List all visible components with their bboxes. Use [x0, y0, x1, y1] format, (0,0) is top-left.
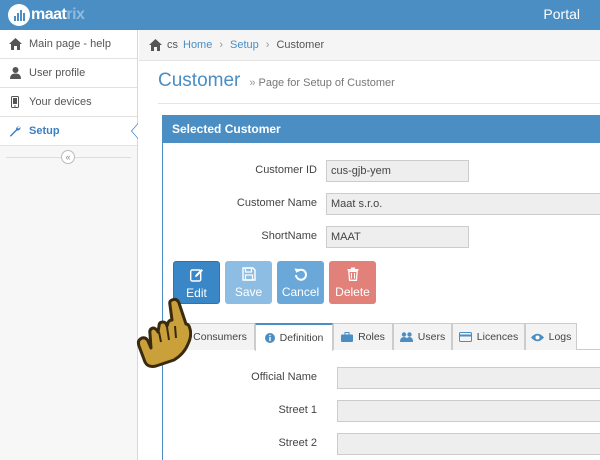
- cancel-button-label: Cancel: [281, 285, 320, 299]
- street-1-field[interactable]: [337, 400, 600, 422]
- tab-label: Licences: [476, 331, 519, 343]
- wrench-icon: [8, 125, 22, 137]
- sidebar-item-user-profile[interactable]: User profile: [0, 59, 137, 88]
- card-icon: [458, 332, 472, 342]
- logo-suffix: rix: [66, 6, 85, 23]
- page-title: Customer: [158, 70, 241, 91]
- tab-label: Consumers: [193, 331, 247, 343]
- detail-tabs: Consumers Definition Roles Users Licence…: [163, 323, 600, 351]
- field-customer-name: Customer Name: [163, 193, 600, 215]
- sidebar-item-setup[interactable]: Setup: [0, 117, 138, 146]
- save-button-label: Save: [234, 285, 263, 299]
- eye-icon: [530, 333, 544, 342]
- breadcrumb-home-link[interactable]: Home: [183, 39, 212, 51]
- home-icon: [8, 38, 22, 50]
- page-header: Customer » Page for Setup of Customer: [158, 70, 600, 104]
- action-buttons: Edit Save Cancel Delete: [173, 261, 376, 304]
- field-label: Street 1: [278, 404, 317, 416]
- sidebar-item-label: Setup: [29, 125, 60, 137]
- field-official-name: Official Name: [163, 367, 600, 389]
- users-icon: [399, 332, 413, 342]
- info-icon: [264, 333, 275, 343]
- edit-icon: [189, 269, 203, 282]
- field-label: Street 2: [278, 437, 317, 449]
- tab-label: Logs: [548, 331, 572, 343]
- breadcrumb-current: Customer: [276, 39, 325, 51]
- user-icon: [8, 67, 22, 79]
- field-label: ShortName: [261, 230, 317, 242]
- field-label: Official Name: [251, 371, 317, 383]
- breadcrumb: cs Home › Setup › Customer: [139, 30, 600, 61]
- briefcase-icon: [341, 332, 354, 342]
- cancel-button[interactable]: Cancel: [277, 261, 324, 304]
- home-icon[interactable]: [149, 39, 162, 51]
- portal-label[interactable]: Portal: [543, 6, 580, 22]
- street-2-field[interactable]: [337, 433, 600, 455]
- customer-name-field[interactable]: [326, 193, 600, 215]
- logo-prefix: maat: [31, 6, 67, 23]
- tab-users[interactable]: Users: [393, 323, 452, 350]
- tab-label: Roles: [358, 331, 385, 343]
- shortname-field[interactable]: [326, 226, 469, 248]
- field-street-2: Street 2: [163, 433, 600, 455]
- tab-definition[interactable]: Definition: [255, 323, 333, 351]
- tab-label: Users: [417, 331, 446, 343]
- sidebar: Main page - help User profile Your devic…: [0, 30, 138, 460]
- page-subtitle: Page for Setup of Customer: [258, 77, 395, 89]
- breadcrumb-root: cs: [167, 39, 178, 51]
- sidebar-item-main-page-help[interactable]: Main page - help: [0, 30, 137, 59]
- double-chevron-icon: »: [249, 77, 256, 89]
- top-bar: maatrix Portal: [0, 0, 600, 30]
- field-customer-id: Customer ID: [163, 160, 600, 182]
- panel-title: Selected Customer: [163, 115, 600, 143]
- customer-id-field[interactable]: [326, 160, 469, 182]
- chevron-right-icon: ›: [219, 39, 224, 51]
- save-icon: [241, 267, 256, 281]
- mobile-icon: [8, 96, 22, 108]
- breadcrumb-setup-link[interactable]: Setup: [230, 39, 259, 51]
- field-shortname: ShortName: [163, 226, 600, 248]
- save-button[interactable]: Save: [225, 261, 272, 304]
- pointing-hand-icon: [136, 297, 192, 368]
- field-label: Customer ID: [255, 164, 317, 176]
- logo-icon: [8, 4, 30, 26]
- selected-customer-panel: Selected Customer Customer ID Customer N…: [162, 115, 600, 460]
- tab-licences[interactable]: Licences: [452, 323, 525, 350]
- sidebar-item-label: User profile: [29, 67, 86, 79]
- sidebar-item-label: Main page - help: [29, 38, 111, 50]
- chevron-right-icon: ›: [265, 39, 270, 51]
- delete-button[interactable]: Delete: [329, 261, 376, 304]
- field-label: Customer Name: [236, 197, 317, 209]
- trash-icon: [347, 267, 358, 281]
- tab-roles[interactable]: Roles: [333, 323, 393, 350]
- undo-icon: [294, 268, 307, 281]
- sidebar-collapse-row: «: [0, 146, 137, 168]
- sidebar-item-your-devices[interactable]: Your devices: [0, 88, 137, 117]
- sidebar-item-label: Your devices: [29, 96, 92, 108]
- field-street-1: Street 1: [163, 400, 600, 422]
- sidebar-collapse-button[interactable]: «: [61, 150, 75, 164]
- delete-button-label: Delete: [335, 285, 370, 299]
- official-name-field[interactable]: [337, 367, 600, 389]
- tab-label: Definition: [279, 332, 324, 344]
- tab-logs[interactable]: Logs: [525, 323, 577, 350]
- logo[interactable]: maatrix: [8, 4, 85, 26]
